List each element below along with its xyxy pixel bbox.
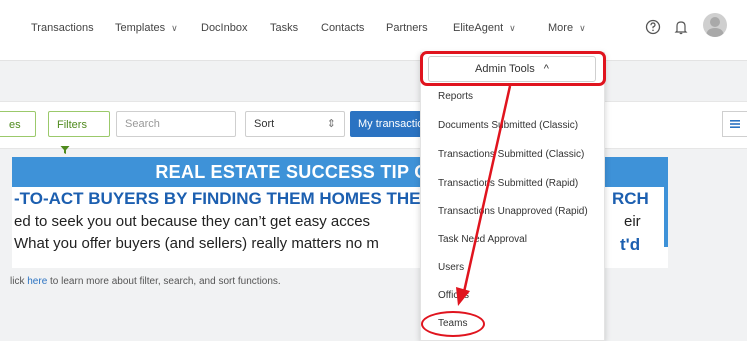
nav-more[interactable]: More ∨ bbox=[548, 22, 586, 34]
hint-suffix: to learn more about filter, search, and … bbox=[47, 276, 281, 287]
banner-line-3: What you offer buyers (and sellers) real… bbox=[14, 235, 379, 252]
nav-partners[interactable]: Partners bbox=[386, 22, 428, 34]
menu-item-offices[interactable]: Offices bbox=[438, 290, 469, 301]
banner-scrollbar[interactable] bbox=[664, 187, 668, 247]
filters-button[interactable]: Filters bbox=[48, 111, 110, 154]
nav-templates[interactable]: Templates ∨ bbox=[115, 22, 178, 34]
menu-item-transactions-submitted-classic[interactable]: Transactions Submitted (Classic) bbox=[438, 149, 584, 160]
nav-more-label: More bbox=[548, 22, 574, 34]
nav-templates-label: Templates bbox=[115, 22, 166, 34]
my-transactions-button[interactable]: My transactio bbox=[350, 111, 430, 137]
hint-link[interactable]: here bbox=[27, 276, 47, 287]
admin-tools-highlight bbox=[420, 51, 606, 86]
funnel-icon bbox=[60, 146, 70, 154]
menu-lines-icon bbox=[730, 120, 740, 128]
partial-button[interactable]: es bbox=[0, 111, 36, 137]
user-silhouette-icon bbox=[706, 17, 724, 37]
menu-item-transactions-unapproved-rapid[interactable]: Transactions Unapproved (Rapid) bbox=[438, 206, 588, 217]
menu-item-transactions-submitted-rapid[interactable]: Transactions Submitted (Rapid) bbox=[438, 178, 578, 189]
banner-right-1: RCH bbox=[612, 189, 649, 208]
avatar[interactable] bbox=[703, 13, 727, 37]
secondary-band bbox=[0, 61, 747, 101]
nav-eliteagent[interactable]: EliteAgent ∨ bbox=[453, 22, 516, 34]
menu-item-users[interactable]: Users bbox=[438, 262, 464, 273]
chevron-down-icon: ∨ bbox=[509, 23, 516, 33]
teams-highlight-ring bbox=[421, 311, 485, 337]
banner-right-3: t'd bbox=[620, 235, 641, 254]
banner-right-2: eir bbox=[624, 213, 641, 230]
sort-select[interactable]: Sort ⇕ bbox=[245, 111, 345, 137]
list-view-button[interactable] bbox=[722, 111, 747, 137]
sort-arrows-icon: ⇕ bbox=[326, 118, 336, 130]
chevron-down-icon: ∨ bbox=[579, 23, 586, 33]
banner-line-2: ed to seek you out because they can’t ge… bbox=[14, 213, 371, 230]
filters-label: Filters bbox=[57, 119, 87, 131]
hint-prefix: lick bbox=[10, 276, 28, 287]
menu-item-documents-submitted-classic[interactable]: Documents Submitted (Classic) bbox=[438, 120, 578, 131]
banner-line-1: -TO-ACT BUYERS BY FINDING THEM HOMES THE bbox=[14, 189, 421, 208]
top-nav: Transactions Templates ∨ DocInbox Tasks C… bbox=[0, 0, 747, 61]
search-input[interactable]: Search bbox=[116, 111, 236, 137]
sort-label: Sort bbox=[254, 118, 275, 130]
filter-toolbar: es Filters Search Sort ⇕ My transactio bbox=[0, 101, 747, 154]
help-hint: lick here to learn more about filter, se… bbox=[10, 276, 281, 287]
nav-eliteagent-label: EliteAgent bbox=[453, 22, 504, 34]
nav-tasks[interactable]: Tasks bbox=[270, 22, 298, 34]
bell-icon[interactable] bbox=[671, 17, 691, 37]
menu-item-task-need-approval[interactable]: Task Need Approval bbox=[438, 234, 527, 245]
nav-contacts[interactable]: Contacts bbox=[321, 22, 364, 34]
menu-item-reports[interactable]: Reports bbox=[438, 91, 473, 102]
chevron-down-icon: ∨ bbox=[171, 23, 178, 33]
nav-docinbox[interactable]: DocInbox bbox=[201, 22, 247, 34]
nav-transactions[interactable]: Transactions bbox=[31, 22, 94, 34]
help-icon[interactable] bbox=[643, 17, 663, 37]
